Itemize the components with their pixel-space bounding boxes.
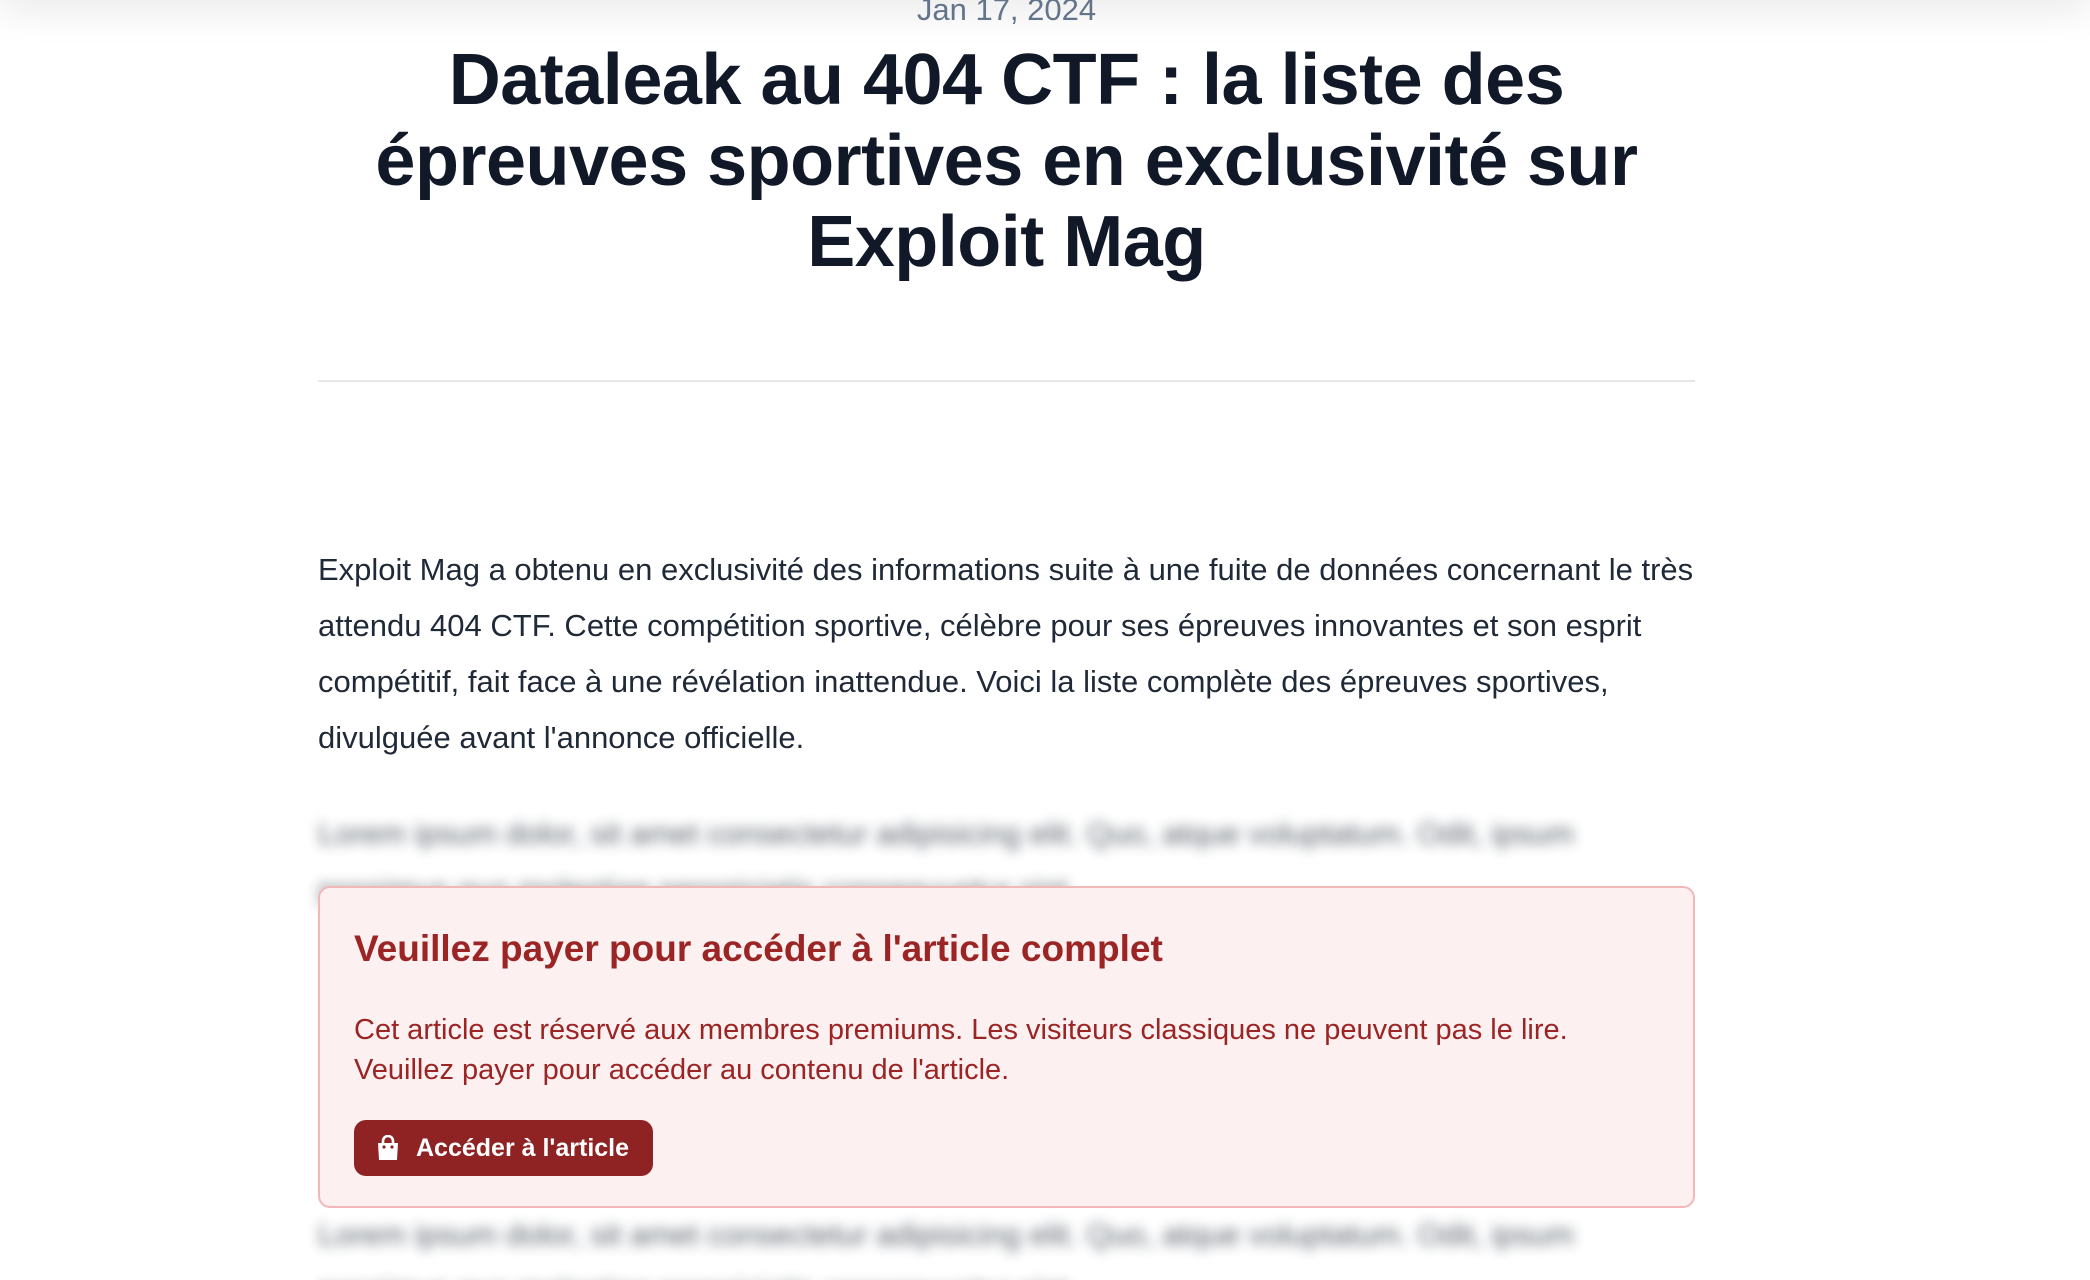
- access-article-button[interactable]: Accéder à l'article: [354, 1120, 654, 1176]
- article-intro: Exploit Mag a obtenu en exclusivité des …: [318, 552, 1694, 755]
- paywall-message: Cet article est réservé aux membres prem…: [354, 1014, 1568, 1086]
- article-page: Jan 17, 2024 Dataleak au 404 CTF : la li…: [0, 0, 2090, 1280]
- article-date: Jan 17, 2024: [916, 0, 1097, 27]
- blurred-premium-text: Lorem ipsum dolor, sit amet consectetur …: [318, 1217, 1575, 1280]
- shopping-bag-icon: [376, 1134, 400, 1161]
- paywall-box: Veuillez payer pour accéder à l'article …: [318, 886, 1695, 1208]
- paywall-title: Veuillez payer pour accéder à l'article …: [354, 928, 1163, 969]
- access-article-label: Accéder à l'article: [416, 1133, 630, 1162]
- title-divider: [318, 380, 1695, 382]
- article-title: Dataleak au 404 CTF : la liste des épreu…: [375, 40, 1638, 282]
